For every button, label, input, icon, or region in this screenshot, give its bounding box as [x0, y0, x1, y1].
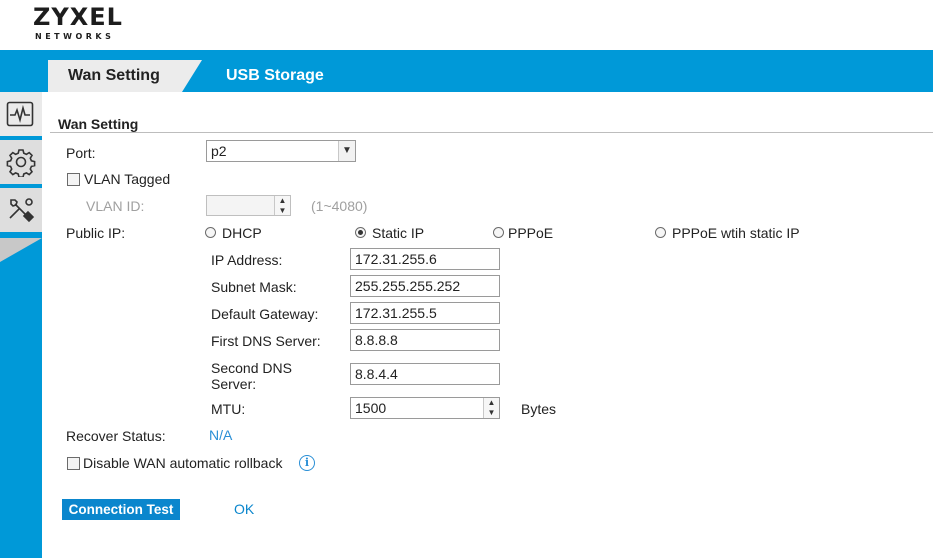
chevron-down-icon: ▼	[338, 141, 355, 161]
ok-button[interactable]: OK	[234, 501, 254, 517]
sidebar	[0, 92, 42, 558]
mtu-label: MTU:	[211, 401, 246, 417]
recover-status-value: N/A	[209, 427, 233, 443]
section-divider	[50, 132, 933, 133]
radio-pppoe[interactable]	[493, 227, 504, 238]
tab-fold	[182, 60, 202, 92]
tab-wan-setting[interactable]: Wan Setting	[48, 60, 182, 92]
logo-subtitle: NETWORKS	[35, 32, 115, 41]
subnet-mask-label: Subnet Mask:	[211, 279, 297, 295]
second-dns-field[interactable]: 8.8.4.4	[350, 363, 500, 385]
vlan-tagged-label: VLAN Tagged	[84, 171, 171, 187]
vlan-id-range: (1~4080)	[311, 198, 368, 214]
first-dns-label: First DNS Server:	[211, 333, 321, 349]
radio-dhcp[interactable]	[205, 227, 216, 238]
port-value: p2	[211, 143, 227, 159]
sidebar-fold	[0, 238, 42, 262]
radio-pppoe-label: PPPoE	[508, 225, 554, 241]
section-title: Wan Setting	[58, 116, 139, 132]
mtu-value: 1500	[355, 400, 387, 416]
sidebar-item-monitor[interactable]	[0, 92, 42, 136]
radio-pppoe-static[interactable]	[655, 227, 666, 238]
tab-usb-storage[interactable]: USB Storage	[226, 60, 324, 92]
second-dns-label-line2: Server:	[211, 376, 257, 392]
port-label: Port:	[66, 145, 96, 161]
vlan-tagged-checkbox[interactable]	[67, 173, 80, 186]
connection-test-button[interactable]: Connection Test	[62, 499, 180, 520]
radio-dhcp-label: DHCP	[222, 225, 262, 241]
spin-up-icon: ▲	[487, 398, 496, 407]
logo-wordmark: ZYXEL	[33, 3, 123, 31]
ip-address-label: IP Address:	[211, 252, 283, 268]
ip-address-field[interactable]: 172.31.255.6	[350, 248, 500, 270]
disable-rollback-label: Disable WAN automatic rollback	[83, 455, 283, 471]
sidebar-item-settings[interactable]	[0, 140, 42, 184]
tools-icon	[9, 198, 35, 223]
public-ip-label: Public IP:	[66, 225, 126, 241]
gear-icon	[6, 149, 36, 177]
radio-pppoe-static-label: PPPoE wtih static IP	[672, 225, 800, 241]
mtu-unit: Bytes	[521, 401, 557, 417]
mtu-field[interactable]: 1500 ▲ ▼	[350, 397, 500, 419]
spin-up-icon: ▲	[278, 196, 287, 205]
spin-down-icon: ▼	[278, 205, 287, 215]
default-gateway-field[interactable]: 172.31.255.5	[350, 302, 500, 324]
mtu-spinner[interactable]: ▲ ▼	[483, 398, 499, 418]
first-dns-field[interactable]: 8.8.8.8	[350, 329, 500, 351]
radio-static-ip[interactable]	[355, 227, 366, 238]
disable-rollback-checkbox[interactable]	[67, 457, 80, 470]
default-gateway-label: Default Gateway:	[211, 306, 319, 322]
sidebar-item-maintenance[interactable]	[0, 188, 42, 232]
monitor-pulse-icon	[6, 101, 34, 127]
subnet-mask-field[interactable]: 255.255.255.252	[350, 275, 500, 297]
port-select[interactable]: p2 ▼	[206, 140, 356, 162]
zyxel-logo: ZYXEL NETWORKS	[33, 5, 123, 41]
vlan-id-spinner[interactable]: ▲ ▼	[274, 196, 290, 215]
spin-down-icon: ▼	[487, 408, 496, 417]
info-icon[interactable]: i	[299, 455, 315, 471]
content-panel	[42, 92, 933, 558]
second-dns-label-line1: Second DNS	[211, 360, 292, 376]
vlan-id-label: VLAN ID:	[86, 198, 145, 214]
radio-static-ip-label: Static IP	[372, 225, 425, 241]
vlan-id-input[interactable]: ▲ ▼	[206, 195, 291, 216]
recover-status-label: Recover Status:	[66, 428, 166, 444]
